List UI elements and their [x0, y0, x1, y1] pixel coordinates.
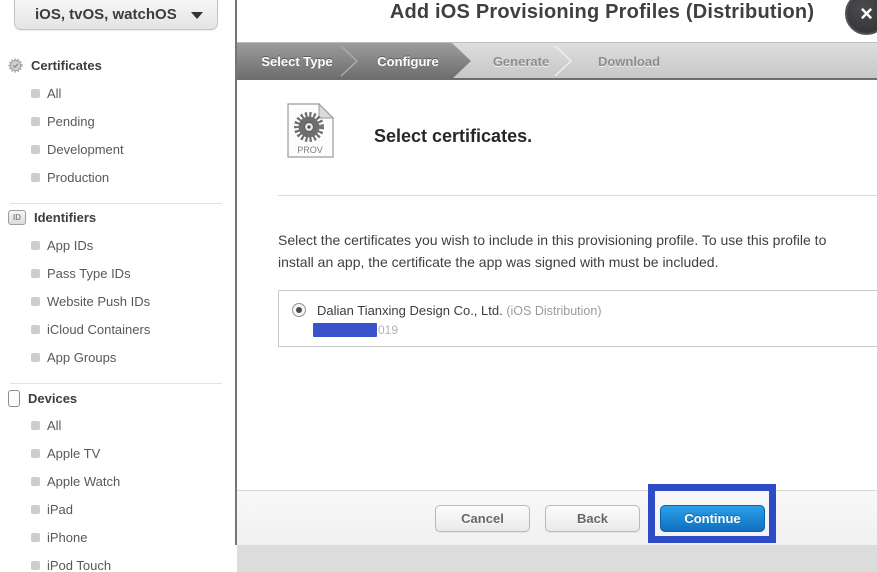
sidebar-item-label: App Groups [47, 350, 116, 365]
sidebar-item-label: iPhone [47, 530, 87, 545]
sidebar-item-label: Pass Type IDs [47, 266, 131, 281]
sidebar-item-label: iCloud Containers [47, 322, 150, 337]
sidebar-item-label: All [47, 418, 61, 433]
back-button[interactable]: Back [545, 505, 640, 532]
sidebar-item-label: Apple TV [47, 446, 100, 461]
device-icon [8, 390, 20, 407]
svg-text:PROV: PROV [297, 145, 323, 155]
section-title: Devices [28, 391, 77, 406]
sidebar-section-identifiers[interactable]: ID Identifiers [8, 210, 96, 225]
sidebar-item-label: Website Push IDs [47, 294, 150, 309]
certificate-row[interactable]: Dalian Tianxing Design Co., Ltd. (iOS Di… [278, 290, 877, 347]
wizard-steps-bar: Select Type Configure Generate Download [237, 42, 877, 80]
sidebar-item-label: Apple Watch [47, 474, 120, 489]
bullet-icon [31, 241, 40, 250]
bullet-icon [31, 117, 40, 126]
sidebar-item-iphone[interactable]: iPhone [31, 530, 87, 545]
certificate-radio[interactable] [292, 303, 306, 317]
close-icon: × [860, 1, 873, 27]
bullet-icon [31, 269, 40, 278]
certificate-icon [8, 58, 23, 73]
redaction-box [313, 323, 377, 337]
step-configure: Configure [363, 43, 453, 79]
page-background-strip [237, 545, 877, 572]
add-provisioning-profile-modal: Add iOS Provisioning Profiles (Distribut… [235, 0, 877, 545]
page-heading: Select certificates. [374, 126, 532, 147]
bullet-icon [31, 477, 40, 486]
sidebar-item-label: Development [47, 142, 124, 157]
sidebar-item-apple-watch[interactable]: Apple Watch [31, 474, 120, 489]
bullet-icon [31, 449, 40, 458]
sidebar-item-app-ids[interactable]: App IDs [31, 238, 93, 253]
certificate-expiry-text: 019 [378, 323, 398, 337]
divider [278, 195, 877, 196]
bullet-icon [31, 173, 40, 182]
section-title: Identifiers [34, 210, 96, 225]
sidebar-section-devices[interactable]: Devices [8, 390, 77, 407]
bullet-icon [31, 533, 40, 542]
id-badge-icon: ID [8, 210, 26, 225]
sidebar-item-label: Pending [47, 114, 95, 129]
platform-selector[interactable]: iOS, tvOS, watchOS [14, 0, 218, 30]
certificate-expiry-row: 019 [313, 323, 398, 337]
divider [10, 203, 222, 204]
description-line-1: Select the certificates you wish to incl… [278, 232, 826, 248]
bullet-icon [31, 89, 40, 98]
bullet-icon [31, 421, 40, 430]
sidebar-item-ipod-touch[interactable]: iPod Touch [31, 558, 111, 572]
sidebar-item-apple-tv[interactable]: Apple TV [31, 446, 100, 461]
section-title: Certificates [31, 58, 102, 73]
platform-selector-label: iOS, tvOS, watchOS [35, 6, 191, 23]
sidebar-item-label: App IDs [47, 238, 93, 253]
sidebar-section-certificates[interactable]: Certificates [8, 58, 102, 73]
sidebar-item-app-groups[interactable]: App Groups [31, 350, 116, 365]
step-download: Download [584, 43, 674, 79]
close-button[interactable]: × [845, 0, 877, 35]
sidebar-item-pending[interactable]: Pending [31, 114, 95, 129]
sidebar-item-ipad[interactable]: iPad [31, 502, 73, 517]
bullet-icon [31, 325, 40, 334]
divider [10, 383, 222, 384]
chevron-down-icon [191, 12, 203, 19]
certificate-type: (iOS Distribution) [506, 304, 601, 318]
certificate-name-text: Dalian Tianxing Design Co., Ltd. [317, 303, 503, 318]
modal-footer: Cancel Back Continue [237, 490, 877, 545]
bullet-icon [31, 505, 40, 514]
bullet-icon [31, 297, 40, 306]
radio-selected-dot [296, 307, 302, 313]
certificate-name: Dalian Tianxing Design Co., Ltd. (iOS Di… [317, 303, 602, 318]
provisioning-profile-doc-icon: PROV [287, 103, 334, 158]
step-generate: Generate [476, 43, 566, 79]
sidebar: iOS, tvOS, watchOS Certificates All Pend… [0, 0, 235, 572]
step-select-type: Select Type [252, 43, 342, 79]
bullet-icon [31, 353, 40, 362]
sidebar-item-certificates-all[interactable]: All [31, 86, 61, 101]
bullet-icon [31, 145, 40, 154]
sidebar-item-production[interactable]: Production [31, 170, 109, 185]
modal-title: Add iOS Provisioning Profiles (Distribut… [237, 1, 877, 24]
sidebar-item-devices-all[interactable]: All [31, 418, 61, 433]
cancel-button[interactable]: Cancel [435, 505, 530, 532]
description-line-2: install an app, the certificate the app … [278, 254, 718, 270]
sidebar-item-icloud-containers[interactable]: iCloud Containers [31, 322, 150, 337]
continue-button[interactable]: Continue [660, 505, 765, 532]
sidebar-item-label: Production [47, 170, 109, 185]
bullet-icon [31, 561, 40, 570]
sidebar-item-development[interactable]: Development [31, 142, 124, 157]
sidebar-item-website-push-ids[interactable]: Website Push IDs [31, 294, 150, 309]
sidebar-item-label: All [47, 86, 61, 101]
sidebar-item-label: iPad [47, 502, 73, 517]
sidebar-item-pass-type-ids[interactable]: Pass Type IDs [31, 266, 131, 281]
sidebar-item-label: iPod Touch [47, 558, 111, 572]
